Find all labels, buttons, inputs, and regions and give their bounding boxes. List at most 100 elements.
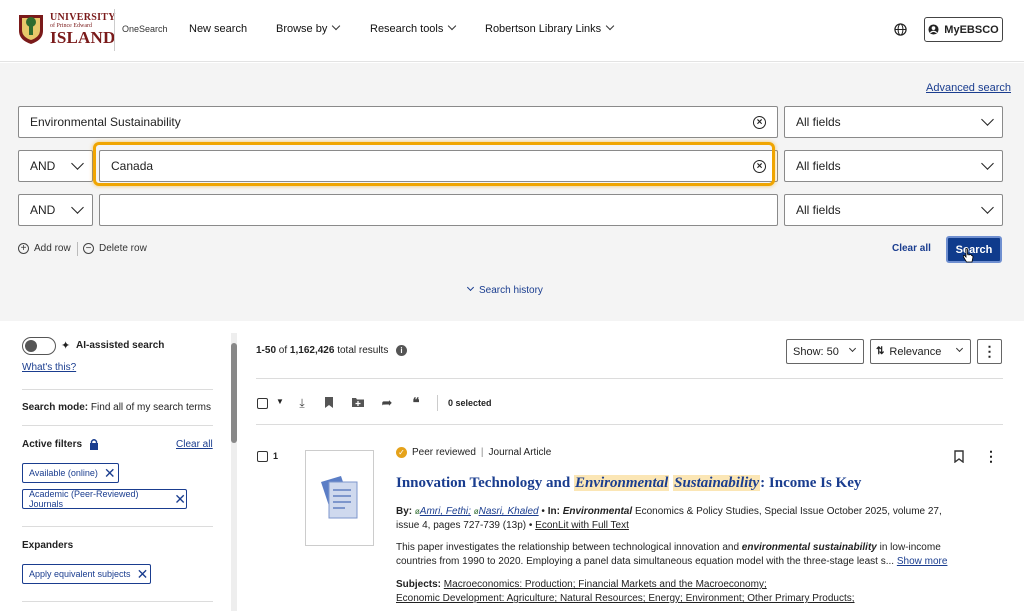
- field-select-2-value: All fields: [796, 159, 841, 173]
- nav-library-links-label: Robertson Library Links: [485, 23, 602, 35]
- chevron-down-icon: [332, 21, 341, 31]
- delete-row-button[interactable]: − Delete row: [83, 243, 147, 254]
- result-title[interactable]: Innovation Technology and Environmental …: [396, 475, 861, 492]
- operator-select-3-value: AND: [30, 203, 56, 217]
- result-number: 1: [273, 451, 279, 461]
- author-link[interactable]: Amri, Fethi;: [420, 506, 471, 517]
- result-thumbnail[interactable]: [305, 450, 374, 546]
- field-select-3[interactable]: All fields: [784, 194, 1003, 226]
- filter-chip-label: Available (online): [29, 468, 98, 478]
- subjects-links[interactable]: Macroeconomics: Production; Financial Ma…: [444, 579, 767, 590]
- onesearch-label: OneSearch: [122, 24, 168, 34]
- result-meta: ✓ Peer reviewed | Journal Article: [396, 447, 551, 458]
- myebsco-button[interactable]: MyEBSCO: [924, 17, 1003, 42]
- filter-chip-peer-reviewed[interactable]: Academic (Peer-Reviewed) Journals ✕: [22, 489, 187, 509]
- plus-icon: +: [18, 243, 29, 254]
- field-select-2[interactable]: All fields: [784, 150, 1003, 182]
- nav-new-search[interactable]: New search: [189, 23, 247, 35]
- search-panel: [0, 63, 1024, 321]
- focus-highlight: [93, 142, 775, 186]
- sidebar-divider: [22, 526, 213, 527]
- nav-browse-by[interactable]: Browse by: [276, 21, 341, 35]
- sidebar-scrollbar-track[interactable]: [231, 333, 237, 611]
- add-to-folder-icon[interactable]: [351, 396, 365, 408]
- results-total-label: total results: [337, 345, 389, 356]
- close-icon[interactable]: ✕: [104, 466, 116, 480]
- result-title-link[interactable]: Innovation Technology and Environmental …: [396, 475, 861, 491]
- user-icon: [928, 24, 939, 35]
- operator-select-2[interactable]: AND: [18, 150, 93, 182]
- globe-icon[interactable]: [894, 23, 907, 36]
- caret-down-icon[interactable]: ▼: [276, 397, 284, 406]
- crest-icon: [19, 15, 43, 44]
- info-icon[interactable]: i: [396, 345, 407, 356]
- field-select-1[interactable]: All fields: [784, 106, 1003, 138]
- sidebar-divider: [22, 389, 213, 390]
- advanced-search-link[interactable]: Advanced search: [926, 82, 1011, 94]
- more-vertical-icon: ⋮: [982, 343, 997, 359]
- university-logo[interactable]: UNIVERSITY of Prince Edward ISLAND: [18, 12, 115, 47]
- share-icon[interactable]: ➦: [379, 395, 395, 411]
- operator-select-3[interactable]: AND: [18, 194, 93, 226]
- sort-select[interactable]: ⇅ Relevance: [870, 339, 971, 364]
- show-select[interactable]: Show: 50: [786, 339, 864, 364]
- close-icon[interactable]: ✕: [174, 492, 186, 506]
- download-icon[interactable]: ⤓: [294, 395, 310, 411]
- logo-line1: UNIVERSITY: [50, 12, 116, 23]
- ai-toggle[interactable]: [22, 337, 56, 355]
- cite-icon[interactable]: ❝: [408, 395, 424, 411]
- nav-library-links[interactable]: Robertson Library Links: [485, 21, 615, 35]
- add-row-label: Add row: [34, 243, 71, 254]
- subjects-links[interactable]: Economic Development: Agriculture; Natur…: [396, 593, 855, 604]
- show-more-link[interactable]: Show more: [897, 556, 948, 567]
- abstract-text: countries from 1990 to 2020. Employing a…: [396, 556, 895, 567]
- search-mode-value: Find all of my search terms: [90, 402, 211, 413]
- chevron-down-icon: [848, 344, 857, 353]
- operator-select-2-value: AND: [30, 159, 56, 173]
- whats-this-link[interactable]: What's this?: [22, 362, 76, 373]
- myebsco-label: MyEBSCO: [944, 23, 999, 36]
- bookmark-outline-icon[interactable]: [954, 450, 964, 463]
- search-input-3[interactable]: [99, 194, 778, 226]
- close-icon[interactable]: ✕: [137, 567, 149, 581]
- meta-separator: |: [480, 447, 484, 458]
- ai-label: AI-assisted search: [76, 340, 165, 351]
- results-divider: [256, 378, 1003, 379]
- results-total: 1,162,426: [289, 345, 335, 356]
- sidebar-scrollbar-thumb[interactable]: [231, 343, 237, 443]
- filters-clear-all[interactable]: Clear all: [176, 439, 213, 450]
- clear-input-icon[interactable]: ×: [753, 116, 766, 129]
- filter-chip-available-online[interactable]: Available (online) ✕: [22, 463, 119, 483]
- chevron-down-icon: [981, 156, 994, 170]
- search-mode-label: Search mode:: [22, 402, 89, 413]
- add-row-button[interactable]: + Add row: [18, 243, 71, 254]
- database-link[interactable]: EconLit with Full Text: [535, 520, 629, 531]
- author-link[interactable]: Nasri, Khaled: [479, 506, 539, 517]
- toggle-knob: [25, 340, 37, 352]
- select-all-checkbox[interactable]: [257, 398, 268, 409]
- result-subjects: Subjects: Macroeconomics: Production; Fi…: [396, 578, 976, 606]
- abstract-text: This paper investigates the relationship…: [396, 542, 740, 553]
- sidebar-divider: [22, 425, 213, 426]
- search-input-1[interactable]: Environmental Sustainability ×: [18, 106, 778, 138]
- nav-research-tools[interactable]: Research tools: [370, 21, 457, 35]
- by-label: By:: [396, 506, 413, 517]
- nav-research-tools-label: Research tools: [370, 23, 444, 35]
- selected-count: 0 selected: [448, 398, 492, 408]
- results-divider: [256, 424, 1003, 425]
- result-abstract: This paper investigates the relationship…: [396, 541, 966, 569]
- issue-info: issue 4, pages 727-739 (13p): [396, 520, 527, 531]
- lock-icon: [90, 439, 98, 450]
- result-checkbox[interactable]: [257, 451, 268, 462]
- bookmark-icon[interactable]: [324, 396, 334, 409]
- search-history-label: Search history: [479, 285, 543, 296]
- search-history-toggle[interactable]: Search history: [466, 283, 543, 296]
- search-button[interactable]: Search: [946, 236, 1002, 263]
- field-select-3-value: All fields: [796, 203, 841, 217]
- chevron-down-icon: [71, 156, 84, 170]
- expander-chip[interactable]: Apply equivalent subjects ✕: [22, 564, 151, 584]
- more-options-button[interactable]: ⋮: [977, 339, 1002, 364]
- subjects-label: Subjects:: [396, 579, 442, 590]
- clear-all-button[interactable]: Clear all: [892, 243, 931, 254]
- more-vertical-icon[interactable]: ⋮: [984, 448, 998, 465]
